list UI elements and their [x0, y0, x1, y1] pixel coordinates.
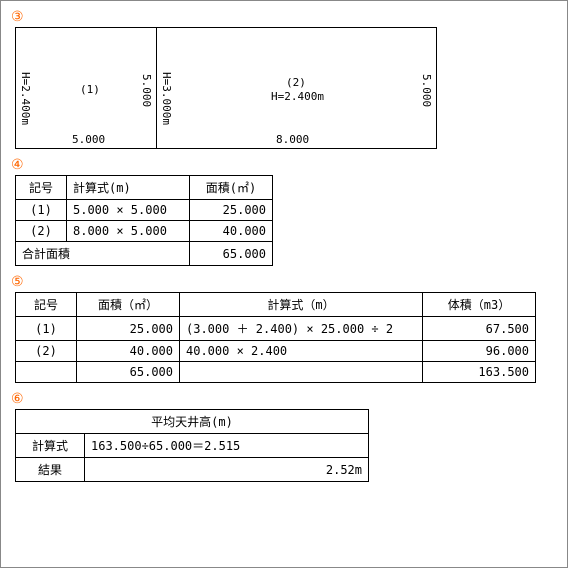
diagram-region-1-label: (1): [80, 83, 100, 96]
vol-header-symbol: 記号: [16, 293, 77, 317]
avg-formula-label: 計算式: [16, 434, 85, 458]
avg-formula-value: 163.500÷65.000＝2.515: [85, 434, 369, 458]
volume-table: 記号 面積（㎡） 計算式（m） 体積（m3） (1) 25.000 (3.000…: [15, 292, 536, 383]
section-marker-5: ⑤: [11, 274, 557, 290]
diagram-region-2-label: (2): [286, 76, 306, 89]
avg-title: 平均天井高(m): [16, 410, 369, 434]
cell: 8.000 × 5.000: [67, 221, 190, 242]
table-row: 平均天井高(m): [16, 410, 369, 434]
section-marker-4: ④: [11, 157, 557, 173]
area-header-area: 面積(㎡): [190, 176, 273, 200]
table-row: (2) 8.000 × 5.000 40.000: [16, 221, 273, 242]
cell: 67.500: [423, 317, 536, 341]
table-row: 合計面積 65.000: [16, 242, 273, 266]
table-row: (2) 40.000 40.000 × 2.400 96.000: [16, 341, 536, 362]
diagram-left-side: 5.000: [140, 74, 153, 107]
cell: (1): [16, 317, 77, 341]
cell: (2): [16, 341, 77, 362]
avg-result-value: 2.52m: [85, 458, 369, 482]
diagram-right-side: 5.000: [420, 74, 433, 107]
floor-diagram: H=2.400m (1) 5.000 H=3.000m (2) H=2.400m…: [15, 27, 437, 149]
area-total-value: 65.000: [190, 242, 273, 266]
diagram-mid-height: H=3.000m: [160, 72, 173, 125]
vol-header-volume: 体積（m3）: [423, 293, 536, 317]
diagram-divider: [156, 28, 157, 148]
table-row: (1) 25.000 (3.000 ＋ 2.400) × 25.000 ÷ 2 …: [16, 317, 536, 341]
table-row: 計算式 163.500÷65.000＝2.515: [16, 434, 369, 458]
area-header-formula: 計算式(m): [67, 176, 190, 200]
diagram-right-width: 8.000: [276, 133, 309, 146]
vol-header-area: 面積（㎡）: [77, 293, 180, 317]
cell: 5.000 × 5.000: [67, 200, 190, 221]
table-row: 記号 計算式(m) 面積(㎡): [16, 176, 273, 200]
cell: [180, 362, 423, 383]
cell: 96.000: [423, 341, 536, 362]
avg-result-label: 結果: [16, 458, 85, 482]
area-total-label: 合計面積: [16, 242, 190, 266]
cell: 25.000: [190, 200, 273, 221]
cell: [16, 362, 77, 383]
vol-header-formula: 計算式（m）: [180, 293, 423, 317]
cell: 40.000: [190, 221, 273, 242]
table-row: 記号 面積（㎡） 計算式（m） 体積（m3）: [16, 293, 536, 317]
diagram-left-width: 5.000: [72, 133, 105, 146]
cell: (2): [16, 221, 67, 242]
table-row: (1) 5.000 × 5.000 25.000: [16, 200, 273, 221]
section-marker-3: ③: [11, 9, 557, 25]
table-row: 65.000 163.500: [16, 362, 536, 383]
page-container: ③ H=2.400m (1) 5.000 H=3.000m (2) H=2.40…: [0, 0, 568, 568]
cell: 40.000: [77, 341, 180, 362]
section-marker-6: ⑥: [11, 391, 557, 407]
cell: 65.000: [77, 362, 180, 383]
cell: (1): [16, 200, 67, 221]
cell: 40.000 × 2.400: [180, 341, 423, 362]
diagram-region-2-height: H=2.400m: [271, 90, 324, 103]
area-header-symbol: 記号: [16, 176, 67, 200]
diagram-left-height: H=2.400m: [19, 72, 32, 125]
cell: 25.000: [77, 317, 180, 341]
table-row: 結果 2.52m: [16, 458, 369, 482]
cell: 163.500: [423, 362, 536, 383]
cell: (3.000 ＋ 2.400) × 25.000 ÷ 2: [180, 317, 423, 341]
area-table: 記号 計算式(m) 面積(㎡) (1) 5.000 × 5.000 25.000…: [15, 175, 273, 266]
avg-height-table: 平均天井高(m) 計算式 163.500÷65.000＝2.515 結果 2.5…: [15, 409, 369, 482]
